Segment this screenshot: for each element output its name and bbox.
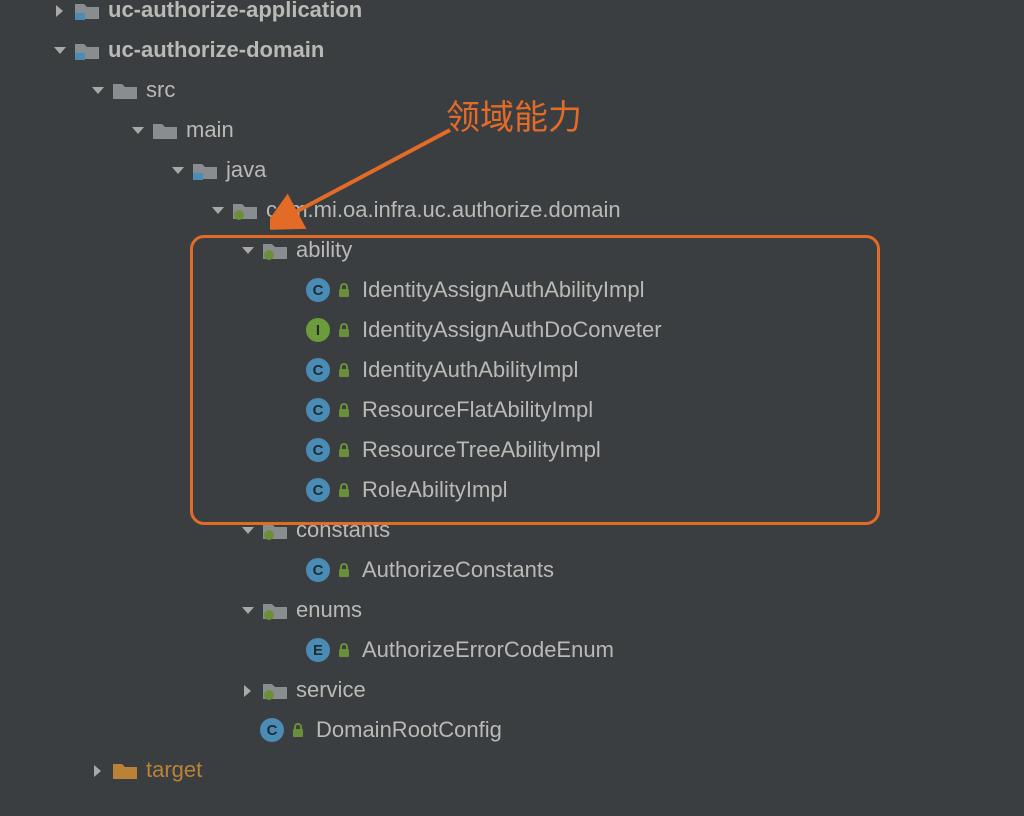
tree-item-module-app[interactable]: uc-authorize-application	[0, 0, 1024, 30]
tree-item-class[interactable]: C DomainRootConfig	[0, 710, 1024, 750]
tree-item-target[interactable]: target	[0, 750, 1024, 790]
chevron-right-icon	[88, 761, 106, 779]
tree-label: src	[146, 77, 175, 103]
tree-label: ResourceTreeAbilityImpl	[362, 437, 601, 463]
lock-icon	[290, 722, 306, 738]
class-icon: C	[306, 438, 330, 462]
module-folder-icon	[74, 39, 100, 61]
source-folder-icon	[192, 159, 218, 181]
class-icon: C	[260, 718, 284, 742]
tree-label: target	[146, 757, 202, 783]
class-icon: C	[306, 358, 330, 382]
tree-label: main	[186, 117, 234, 143]
class-icon: C	[306, 478, 330, 502]
lock-icon	[336, 362, 352, 378]
annotation-label: 领域能力	[446, 90, 582, 139]
interface-icon: I	[306, 318, 330, 342]
tree-item-class[interactable]: C AuthorizeConstants	[0, 550, 1024, 590]
chevron-down-icon	[168, 161, 186, 179]
chevron-down-icon	[208, 201, 226, 219]
chevron-right-icon	[238, 681, 256, 699]
lock-icon	[336, 402, 352, 418]
tree-label: IdentityAuthAbilityImpl	[362, 357, 578, 383]
tree-label: ability	[296, 237, 352, 263]
tree-label: IdentityAssignAuthDoConveter	[362, 317, 662, 343]
tree-label: java	[226, 157, 266, 183]
package-folder-icon	[262, 599, 288, 621]
class-icon: C	[306, 558, 330, 582]
package-folder-icon	[262, 239, 288, 261]
chevron-down-icon	[128, 121, 146, 139]
lock-icon	[336, 562, 352, 578]
tree-item-module-domain[interactable]: uc-authorize-domain	[0, 30, 1024, 70]
package-folder-icon	[262, 519, 288, 541]
lock-icon	[336, 482, 352, 498]
tree-label: enums	[296, 597, 362, 623]
tree-item-class[interactable]: C RoleAbilityImpl	[0, 470, 1024, 510]
tree-label: AuthorizeErrorCodeEnum	[362, 637, 614, 663]
tree-item-enums[interactable]: enums	[0, 590, 1024, 630]
tree-item-class[interactable]: C ResourceFlatAbilityImpl	[0, 390, 1024, 430]
tree-item-class[interactable]: C IdentityAuthAbilityImpl	[0, 350, 1024, 390]
chevron-down-icon	[238, 601, 256, 619]
package-folder-icon	[232, 199, 258, 221]
lock-icon	[336, 642, 352, 658]
tree-label: uc-authorize-application	[108, 0, 362, 23]
tree-label: uc-authorize-domain	[108, 37, 324, 63]
tree-item-class[interactable]: C IdentityAssignAuthAbilityImpl	[0, 270, 1024, 310]
tree-item-constants[interactable]: constants	[0, 510, 1024, 550]
tree-label: DomainRootConfig	[316, 717, 502, 743]
folder-icon	[112, 79, 138, 101]
chevron-down-icon	[238, 521, 256, 539]
tree-item-enum[interactable]: E AuthorizeErrorCodeEnum	[0, 630, 1024, 670]
excluded-folder-icon	[112, 759, 138, 781]
lock-icon	[336, 282, 352, 298]
folder-icon	[152, 119, 178, 141]
tree-item-package[interactable]: com.mi.oa.infra.uc.authorize.domain	[0, 190, 1024, 230]
tree-label: IdentityAssignAuthAbilityImpl	[362, 277, 644, 303]
module-folder-icon	[74, 0, 100, 21]
package-folder-icon	[262, 679, 288, 701]
enum-icon: E	[306, 638, 330, 662]
chevron-down-icon	[50, 41, 68, 59]
chevron-down-icon	[238, 241, 256, 259]
tree-label: ResourceFlatAbilityImpl	[362, 397, 593, 423]
tree-item-interface[interactable]: I IdentityAssignAuthDoConveter	[0, 310, 1024, 350]
tree-item-class[interactable]: C ResourceTreeAbilityImpl	[0, 430, 1024, 470]
chevron-down-icon	[88, 81, 106, 99]
chevron-right-icon	[50, 1, 68, 19]
tree-item-java[interactable]: java	[0, 150, 1024, 190]
tree-item-service[interactable]: service	[0, 670, 1024, 710]
lock-icon	[336, 442, 352, 458]
class-icon: C	[306, 398, 330, 422]
tree-item-ability[interactable]: ability	[0, 230, 1024, 270]
lock-icon	[336, 322, 352, 338]
tree-label: RoleAbilityImpl	[362, 477, 508, 503]
class-icon: C	[306, 278, 330, 302]
tree-label: com.mi.oa.infra.uc.authorize.domain	[266, 197, 621, 223]
tree-label: constants	[296, 517, 390, 543]
tree-label: AuthorizeConstants	[362, 557, 554, 583]
tree-label: service	[296, 677, 366, 703]
